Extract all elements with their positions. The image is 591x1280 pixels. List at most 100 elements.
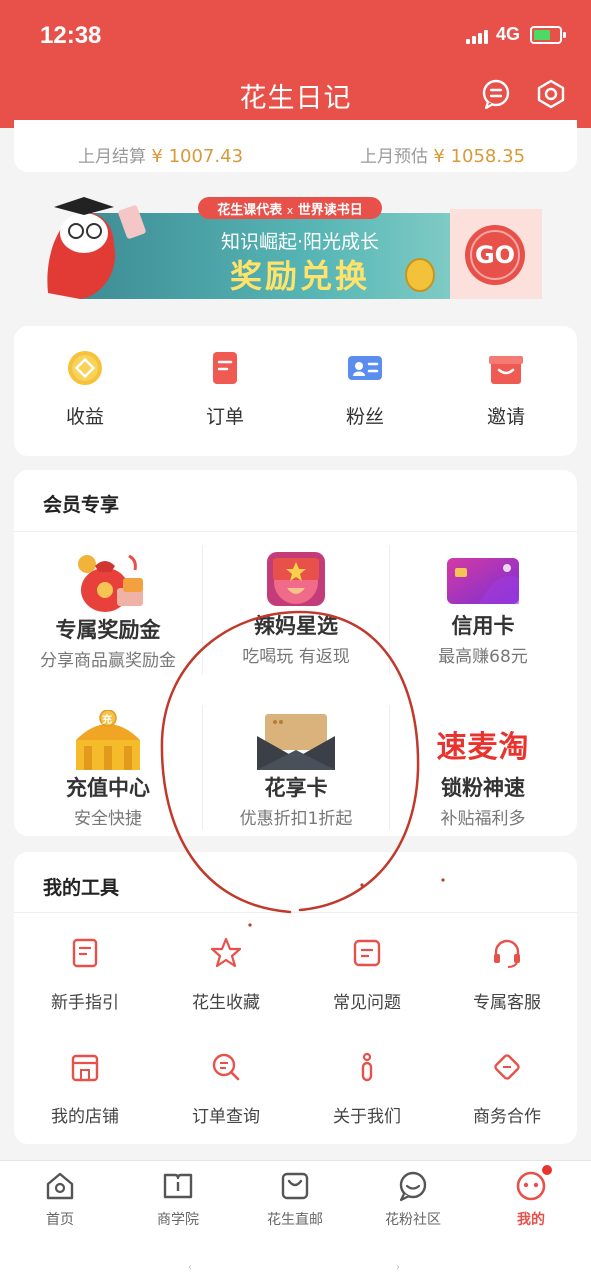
tool-store[interactable]: 我的店铺 xyxy=(15,1050,155,1127)
tab-home-label: 首页 xyxy=(46,1212,74,1228)
profile-face-icon xyxy=(514,1165,552,1203)
status-bar: 12:38 4G xyxy=(0,0,591,70)
settled-label: 上月结算 xyxy=(78,147,146,167)
fans-card-icon xyxy=(345,348,385,388)
member-mom-select[interactable]: 辣妈星选 吃喝玩 有返现 xyxy=(202,548,390,667)
message-icon[interactable] xyxy=(480,78,512,110)
tab-academy[interactable]: 商学院 xyxy=(128,1169,228,1229)
banner-slogan: 知识崛起·阳光成长 xyxy=(220,231,380,253)
network-type: 4G xyxy=(496,24,521,44)
quick-invite[interactable]: 邀请 xyxy=(456,348,556,429)
member-reward-fund-sub: 分享商品赢奖励金 xyxy=(40,651,176,671)
member-lock-fans-title: 锁粉神速 xyxy=(441,776,525,800)
estimate-value: ¥ 1058.35 xyxy=(433,146,526,167)
member-recharge-sub: 安全快捷 xyxy=(74,809,142,829)
member-recharge[interactable]: 充 充值中心 安全快捷 xyxy=(14,709,202,829)
settled-value: ¥ 1007.43 xyxy=(151,146,244,167)
tab-home[interactable]: 首页 xyxy=(10,1169,110,1229)
store-icon xyxy=(68,1050,102,1084)
banner-headline: 奖励兑换 xyxy=(229,257,370,295)
sumaitao-logo-text: 速麦淘 xyxy=(436,730,530,765)
settings-hex-icon[interactable] xyxy=(535,78,567,110)
member-mom-select-sub: 吃喝玩 有返现 xyxy=(242,647,350,667)
coin-icon xyxy=(65,348,105,388)
sumaitao-logo: 速麦淘 xyxy=(408,710,558,772)
tool-about[interactable]: 关于我们 xyxy=(297,1050,437,1127)
handshake-icon xyxy=(490,1050,524,1084)
nav-back-chevron: ‹ xyxy=(188,1262,192,1273)
tool-guide-label: 新手指引 xyxy=(51,993,119,1013)
envelope-card-icon xyxy=(255,710,337,772)
member-section-title: 会员专享 xyxy=(43,494,120,516)
banner-tag: 花生课代表 x 世界读书日 xyxy=(217,203,363,218)
member-huaxiang-card-title: 花享卡 xyxy=(264,776,328,800)
member-credit-card-title: 信用卡 xyxy=(451,614,515,638)
tab-community-label: 花粉社区 xyxy=(385,1212,441,1228)
member-huaxiang-card-sub: 优惠折扣1折起 xyxy=(239,809,353,829)
tool-faq-label: 常见问题 xyxy=(333,993,401,1013)
tab-profile[interactable]: 我的 xyxy=(481,1165,581,1229)
tool-business-label: 商务合作 xyxy=(473,1107,541,1127)
promo-banner[interactable]: 花生课代表 x 世界读书日 知识崛起·阳光成长 奖励兑换 GO xyxy=(40,193,542,301)
quick-invite-label: 邀请 xyxy=(486,406,525,428)
divider xyxy=(14,912,577,913)
member-reward-fund-title: 专属奖励金 xyxy=(55,618,161,642)
member-credit-card[interactable]: 信用卡 最高赚68元 xyxy=(389,548,577,667)
banner-go-button[interactable]: GO xyxy=(465,241,525,269)
tool-service[interactable]: 专属客服 xyxy=(437,936,577,1013)
divider xyxy=(14,531,577,532)
member-mom-select-title: 辣妈星选 xyxy=(254,614,338,638)
book-icon xyxy=(161,1169,195,1203)
estimate-label: 上月预估 xyxy=(360,147,428,167)
shopping-bag-icon xyxy=(278,1169,312,1203)
tools-section-title: 我的工具 xyxy=(43,877,120,899)
quick-income-label: 收益 xyxy=(65,406,104,428)
quick-orders-label: 订单 xyxy=(205,406,244,428)
member-credit-card-sub: 最高赚68元 xyxy=(438,647,528,667)
status-time: 12:38 xyxy=(40,22,102,49)
recharge-badge: 充 xyxy=(102,715,112,726)
tool-order-search-label: 订单查询 xyxy=(192,1107,260,1127)
member-recharge-title: 充值中心 xyxy=(66,776,150,800)
chat-bubble-icon xyxy=(396,1169,430,1203)
order-icon xyxy=(205,348,245,388)
member-lock-fans-sub: 补贴福利多 xyxy=(440,809,526,829)
tab-direct-mail[interactable]: 花生直邮 xyxy=(245,1169,345,1229)
tab-community[interactable]: 花粉社区 xyxy=(363,1169,463,1229)
quick-fans[interactable]: 粉丝 xyxy=(315,348,415,429)
member-huaxiang-card[interactable]: 花享卡 优惠折扣1折起 xyxy=(202,710,390,829)
guide-icon xyxy=(68,936,102,970)
tab-bar: 首页 商学院 花生直邮 花粉社区 我的 xyxy=(0,1160,591,1280)
tab-academy-label: 商学院 xyxy=(157,1212,199,1228)
gift-box-icon xyxy=(265,548,327,610)
quick-fans-label: 粉丝 xyxy=(345,406,384,428)
notification-dot xyxy=(542,1165,552,1175)
quick-income[interactable]: 收益 xyxy=(35,348,135,429)
tool-business[interactable]: 商务合作 xyxy=(437,1050,577,1127)
tab-direct-mail-label: 花生直邮 xyxy=(267,1212,323,1228)
last-month-estimate[interactable]: 上月预估 ¥ 1058.35 xyxy=(360,142,525,167)
last-month-settled[interactable]: 上月结算 ¥ 1007.43 xyxy=(78,142,243,167)
star-icon xyxy=(209,936,243,970)
home-icon xyxy=(43,1169,77,1203)
tool-order-search[interactable]: 订单查询 xyxy=(156,1050,296,1127)
money-bag-icon xyxy=(65,548,151,614)
tab-profile-label: 我的 xyxy=(517,1212,545,1228)
recharge-building-icon: 充 xyxy=(68,709,148,772)
gift-invite-icon xyxy=(486,348,526,388)
tool-service-label: 专属客服 xyxy=(473,993,541,1013)
nav-forward-chevron: › xyxy=(396,1262,400,1273)
tool-faq[interactable]: 常见问题 xyxy=(297,936,437,1013)
tool-favorites[interactable]: 花生收藏 xyxy=(156,936,296,1013)
headset-icon xyxy=(490,936,524,970)
tool-guide[interactable]: 新手指引 xyxy=(15,936,155,1013)
faq-icon xyxy=(350,936,384,970)
signal-icon xyxy=(466,30,490,44)
tool-store-label: 我的店铺 xyxy=(51,1107,119,1127)
credit-card-icon xyxy=(445,548,521,610)
member-lock-fans[interactable]: 速麦淘 锁粉神速 补贴福利多 xyxy=(389,710,577,829)
tool-favorites-label: 花生收藏 xyxy=(192,993,260,1013)
quick-orders[interactable]: 订单 xyxy=(175,348,275,429)
member-reward-fund[interactable]: 专属奖励金 分享商品赢奖励金 xyxy=(14,548,202,671)
order-search-icon xyxy=(209,1050,243,1084)
